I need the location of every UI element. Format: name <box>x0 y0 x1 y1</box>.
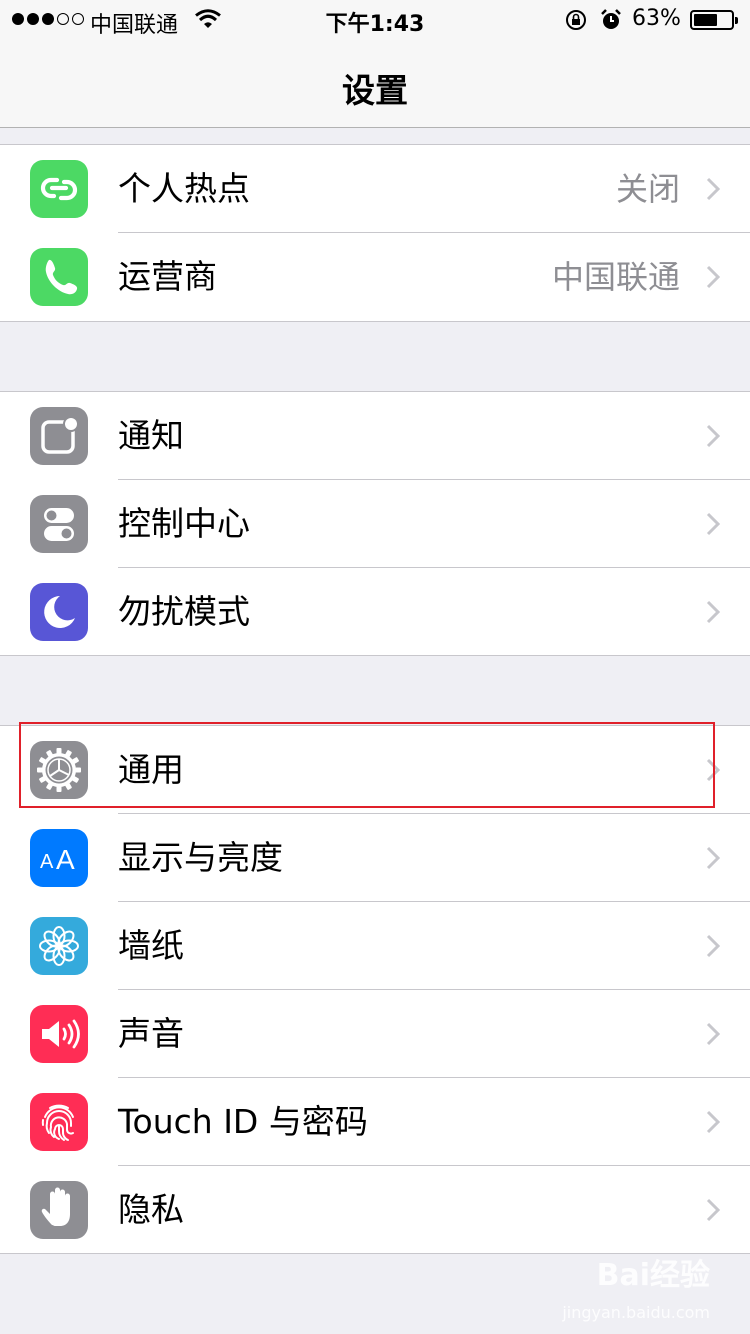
settings-group-notifications: 通知 控制中心 勿扰模式 <box>0 391 750 656</box>
settings-row-touch-id-passcode[interactable]: Touch ID 与密码 <box>0 1078 750 1166</box>
settings-row-label: 显示与亮度 <box>118 838 283 877</box>
chevron-right-icon <box>706 265 720 289</box>
chevron-right-icon <box>706 1022 720 1046</box>
settings-screen: 中国联通 下午1:43 63% 设置 个人热点 关闭 运营商 中国联通 通知 控… <box>0 0 750 1334</box>
settings-row-label: 控制中心 <box>118 504 250 543</box>
chevron-right-icon <box>706 1110 720 1134</box>
speaker-icon <box>30 1005 88 1063</box>
settings-row-general[interactable]: 通用 <box>0 726 750 814</box>
svg-text:A: A <box>56 844 75 875</box>
settings-row-label: 墙纸 <box>118 926 184 965</box>
settings-row-sounds[interactable]: 声音 <box>0 990 750 1078</box>
settings-row-personal-hotspot[interactable]: 个人热点 关闭 <box>0 145 750 233</box>
chevron-right-icon <box>706 177 720 201</box>
text-size-icon: A A <box>30 829 88 887</box>
navigation-bar: 中国联通 下午1:43 63% 设置 <box>0 0 750 128</box>
settings-row-label: 运营商 <box>118 257 217 296</box>
control-center-icon <box>30 495 88 553</box>
alarm-icon <box>601 9 621 29</box>
page-title: 设置 <box>342 71 408 110</box>
chevron-right-icon <box>706 424 720 448</box>
battery-icon <box>690 10 738 30</box>
moon-icon <box>30 583 88 641</box>
chevron-right-icon <box>706 846 720 870</box>
rotation-lock-icon <box>566 10 586 30</box>
settings-row-value: 关闭 <box>615 170 680 208</box>
settings-row-label: 个人热点 <box>118 169 250 208</box>
settings-group-network: 个人热点 关闭 运营商 中国联通 <box>0 144 750 322</box>
chevron-right-icon <box>706 512 720 536</box>
fingerprint-icon <box>30 1093 88 1151</box>
settings-row-label: 隐私 <box>118 1190 184 1229</box>
chevron-right-icon <box>706 758 720 782</box>
notifications-icon <box>30 407 88 465</box>
settings-row-carrier[interactable]: 运营商 中国联通 <box>0 233 750 321</box>
battery-percentage: 63% <box>632 6 681 31</box>
settings-row-label: Touch ID 与密码 <box>118 1102 368 1141</box>
settings-row-label: 声音 <box>118 1014 184 1053</box>
gear-icon <box>30 741 88 799</box>
phone-icon <box>30 248 88 306</box>
hand-icon <box>30 1181 88 1239</box>
chevron-right-icon <box>706 934 720 958</box>
settings-row-label: 通知 <box>118 416 184 455</box>
status-bar: 中国联通 下午1:43 63% <box>0 0 750 40</box>
settings-row-value: 中国联通 <box>551 258 680 296</box>
settings-row-wallpaper[interactable]: 墙纸 <box>0 902 750 990</box>
settings-row-display-brightness[interactable]: A A 显示与亮度 <box>0 814 750 902</box>
settings-row-do-not-disturb[interactable]: 勿扰模式 <box>0 568 750 656</box>
watermark-logo: Bai经验 <box>596 1258 710 1293</box>
settings-row-label: 通用 <box>118 750 184 789</box>
settings-row-privacy[interactable]: 隐私 <box>0 1166 750 1254</box>
settings-row-label: 勿扰模式 <box>118 592 250 631</box>
svg-text:A: A <box>40 851 54 873</box>
settings-group-device: 通用 A A 显示与亮度 墙纸 声音 Touch ID 与密码 隐私 <box>0 725 750 1254</box>
watermark-url: jingyan.baidu.com <box>562 1303 710 1322</box>
wallpaper-flower-icon <box>30 917 88 975</box>
chevron-right-icon <box>706 600 720 624</box>
settings-row-notifications[interactable]: 通知 <box>0 392 750 480</box>
personal-hotspot-icon <box>30 160 88 218</box>
settings-row-control-center[interactable]: 控制中心 <box>0 480 750 568</box>
chevron-right-icon <box>706 1198 720 1222</box>
